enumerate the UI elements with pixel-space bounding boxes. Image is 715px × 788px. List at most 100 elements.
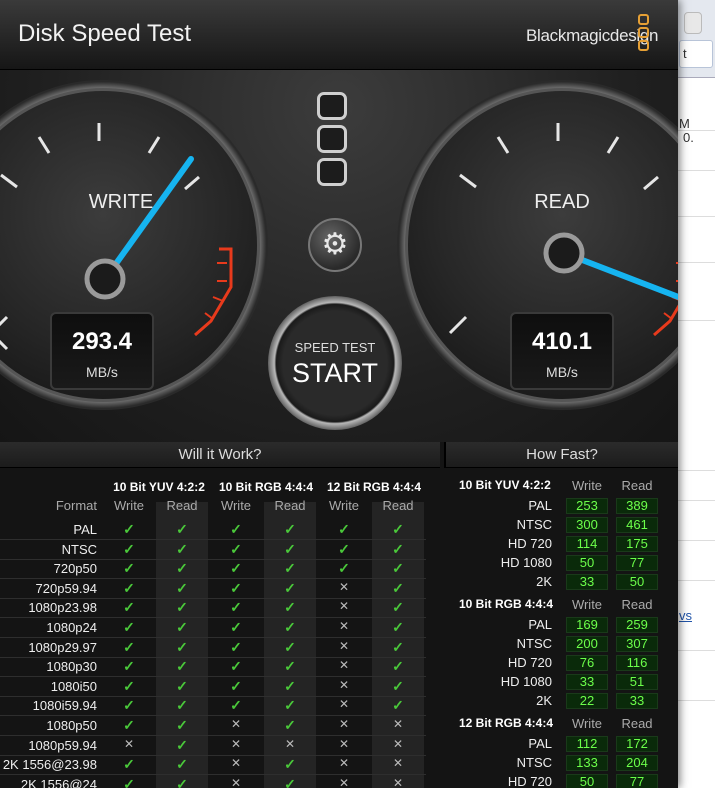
check-icon: ✓ (123, 638, 135, 655)
blackmagic-logo-icon (317, 92, 349, 191)
check-icon: ✓ (230, 579, 242, 596)
speed-format-label: NTSC (516, 517, 552, 532)
check-icon: ✓ (284, 599, 296, 616)
speed-format-label: PAL (528, 736, 552, 751)
cross-icon: ✕ (230, 756, 242, 771)
read-gauge-label: READ (534, 191, 590, 213)
write-column-header: Write (571, 716, 603, 731)
check-icon: ✓ (176, 736, 188, 753)
format-label: 2K 1556@23.98 (2, 757, 97, 773)
format-label: 1080i50 (50, 678, 97, 694)
settings-button[interactable]: ⚙ (308, 218, 362, 272)
check-icon: ✓ (284, 638, 296, 655)
cross-icon: ✕ (230, 736, 242, 751)
check-icon: ✓ (392, 521, 404, 537)
format-label: 1080p30 (46, 659, 97, 675)
check-icon: ✓ (392, 619, 404, 635)
read-value: 410.1 (531, 328, 593, 355)
check-icon: ✓ (176, 717, 188, 733)
cross-icon: ✕ (284, 736, 296, 751)
read-speed-value: 307 (616, 636, 658, 652)
speed-format-label: HD 1080 (500, 674, 552, 689)
read-speed-value: 389 (616, 498, 658, 514)
format-label: 1080p23.98 (28, 600, 97, 616)
write-speed-value: 76 (566, 655, 608, 671)
read-column-header: Read (621, 597, 653, 612)
background-text: t (683, 46, 687, 61)
check-icon: ✓ (392, 560, 404, 577)
check-icon: ✓ (230, 521, 242, 537)
check-icon: ✓ (123, 560, 135, 577)
read-speed-value: 77 (616, 555, 658, 571)
background-app-window: t M 0. vs (672, 0, 715, 788)
check-icon: ✓ (392, 638, 404, 655)
cross-icon: ✕ (392, 717, 404, 731)
write-speed-value: 114 (566, 536, 608, 552)
check-icon: ✓ (123, 756, 135, 773)
format-label: 1080p29.97 (28, 639, 97, 655)
read-speed-value: 259 (616, 617, 658, 633)
check-icon: ✓ (176, 658, 188, 675)
write-column-header: Write (571, 478, 603, 493)
speed-format-label: NTSC (516, 636, 552, 651)
format-group-header: 10 Bit RGB 4:4:4 (218, 480, 314, 494)
check-icon: ✓ (284, 560, 296, 577)
check-icon: ✓ (230, 697, 242, 714)
write-speed-value: 33 (566, 574, 608, 590)
write-value: 293.4 (71, 328, 133, 355)
check-icon: ✓ (176, 599, 188, 616)
write-speed-value: 33 (566, 674, 608, 690)
check-icon: ✓ (123, 619, 135, 635)
read-column-header: Read (382, 498, 414, 513)
start-button[interactable]: SPEED TEST START (268, 296, 402, 430)
write-speed-value: 133 (566, 755, 608, 771)
cross-icon: ✕ (338, 638, 350, 653)
speed-format-label: HD 720 (507, 655, 552, 670)
check-icon: ✓ (392, 579, 404, 596)
format-group-header: 12 Bit RGB 4:4:4 (326, 480, 422, 494)
check-icon: ✓ (123, 579, 135, 596)
cross-icon: ✕ (338, 736, 350, 751)
background-close-button[interactable] (684, 12, 702, 34)
speed-format-label: HD 1080 (500, 555, 552, 570)
check-icon: ✓ (392, 599, 404, 616)
check-icon: ✓ (392, 540, 404, 557)
background-link[interactable]: vs (679, 608, 692, 623)
write-speed-value: 200 (566, 636, 608, 652)
check-icon: ✓ (123, 717, 135, 733)
start-button-caption: SPEED TEST (294, 340, 376, 355)
cross-icon: ✕ (338, 579, 350, 594)
write-speed-value: 22 (566, 693, 608, 709)
write-column-header: Write (328, 498, 360, 513)
check-icon: ✓ (123, 697, 135, 714)
read-column-header: Read (621, 716, 653, 731)
speed-format-label: 2K (536, 574, 552, 589)
check-icon: ✓ (284, 756, 296, 773)
write-speed-value: 253 (566, 498, 608, 514)
format-label: 720p50 (53, 561, 97, 577)
check-icon: ✓ (284, 775, 296, 788)
check-icon: ✓ (176, 697, 188, 714)
check-icon: ✓ (230, 540, 242, 557)
cross-icon: ✕ (230, 775, 242, 788)
background-text: 0. (683, 130, 694, 145)
speed-format-label: PAL (528, 498, 552, 513)
read-speed-value: 461 (616, 517, 658, 533)
write-speed-value: 300 (566, 517, 608, 533)
check-icon: ✓ (176, 521, 188, 537)
title-bar: Disk Speed Test Blackmagicdesign (0, 0, 678, 70)
format-column-header: Format (55, 498, 97, 513)
check-icon: ✓ (123, 599, 135, 616)
start-button-label: START (291, 358, 378, 388)
check-icon: ✓ (338, 521, 350, 537)
read-speed-value: 116 (616, 655, 658, 671)
check-icon: ✓ (176, 540, 188, 557)
cross-icon: ✕ (392, 736, 404, 751)
check-icon: ✓ (284, 677, 296, 694)
read-speed-value: 50 (616, 574, 658, 590)
format-label: 1080p59.94 (28, 737, 97, 753)
check-icon: ✓ (123, 521, 135, 537)
check-icon: ✓ (284, 717, 296, 733)
check-icon: ✓ (284, 540, 296, 557)
read-readout: 410.1 MB/s (510, 312, 614, 390)
